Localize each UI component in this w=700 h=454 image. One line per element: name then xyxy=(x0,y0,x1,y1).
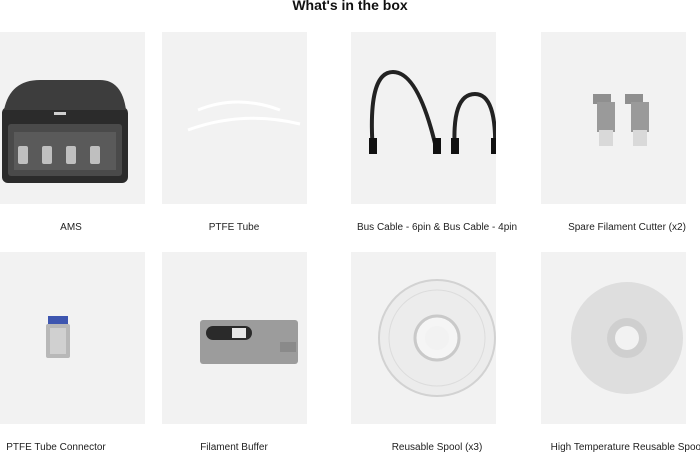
product-card-reusable-spool[interactable] xyxy=(351,252,496,424)
product-card-ptfe-tube[interactable] xyxy=(162,32,307,204)
reusable-spool-icon xyxy=(378,279,496,397)
item-label-high-temp-spool: High Temperature Reusable Spool xyxy=(550,442,700,453)
bus-cable-icon xyxy=(369,69,496,154)
filament-buffer-icon xyxy=(200,320,298,364)
item-label-bus-cable: Bus Cable - 6pin & Bus Cable - 4pin xyxy=(356,222,518,233)
section-title: What's in the box xyxy=(292,0,408,13)
product-card-ams[interactable] xyxy=(0,32,145,204)
filament-cutter-icon xyxy=(593,94,649,146)
product-card-bus-cable[interactable] xyxy=(351,32,496,204)
item-label-filament-buffer: Filament Buffer xyxy=(200,442,268,453)
item-label-ptfe-tube: PTFE Tube xyxy=(208,222,260,233)
product-card-filament-cutter[interactable] xyxy=(541,32,686,204)
high-temp-spool-icon xyxy=(571,282,683,394)
product-card-high-temp-spool[interactable] xyxy=(541,252,686,424)
tube-connector-icon xyxy=(46,316,70,358)
item-label-ams: AMS xyxy=(60,222,82,233)
item-label-filament-cutter: Spare Filament Cutter (x2) xyxy=(568,222,686,233)
item-label-reusable-spool: Reusable Spool (x3) xyxy=(391,442,483,453)
product-card-tube-connector[interactable] xyxy=(0,252,145,424)
ptfe-tube-icon xyxy=(187,100,301,132)
product-card-filament-buffer[interactable] xyxy=(162,252,307,424)
ams-unit-icon xyxy=(2,80,128,183)
item-label-tube-connector: PTFE Tube Connector xyxy=(6,442,106,453)
